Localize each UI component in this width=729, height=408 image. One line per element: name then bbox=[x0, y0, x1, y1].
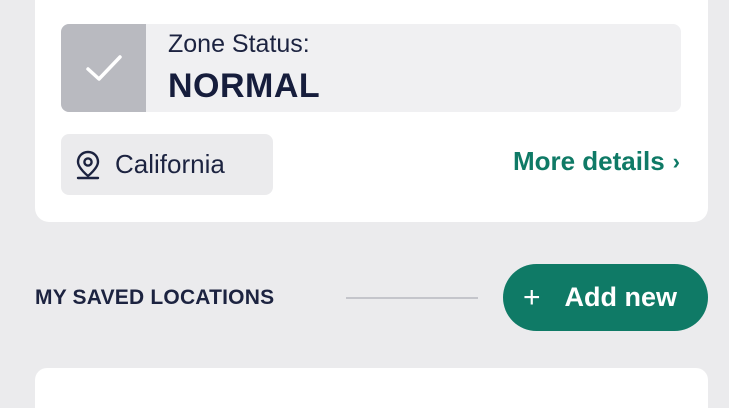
zone-status-label: Zone Status: bbox=[168, 30, 310, 58]
more-details-label: More details bbox=[512, 146, 665, 176]
add-new-label: Add new bbox=[564, 282, 678, 312]
location-chip[interactable]: California bbox=[61, 134, 273, 195]
check-icon bbox=[85, 55, 122, 81]
section-divider bbox=[346, 297, 478, 299]
add-new-button[interactable]: + Add new bbox=[503, 264, 708, 331]
saved-location-card[interactable] bbox=[35, 368, 708, 408]
more-details-link[interactable]: More details › bbox=[513, 146, 680, 177]
plus-icon: + bbox=[523, 280, 541, 314]
saved-locations-title: MY SAVED LOCATIONS bbox=[35, 286, 275, 309]
location-name: California bbox=[115, 149, 225, 179]
zone-status-panel: Zone Status: NORMAL bbox=[61, 24, 681, 112]
chevron-right-icon: › bbox=[672, 148, 680, 174]
status-tile bbox=[61, 24, 146, 112]
zone-status-value: NORMAL bbox=[168, 67, 321, 105]
zone-status-card: Zone Status: NORMAL California More deta… bbox=[35, 0, 708, 222]
map-pin-icon bbox=[75, 150, 101, 180]
